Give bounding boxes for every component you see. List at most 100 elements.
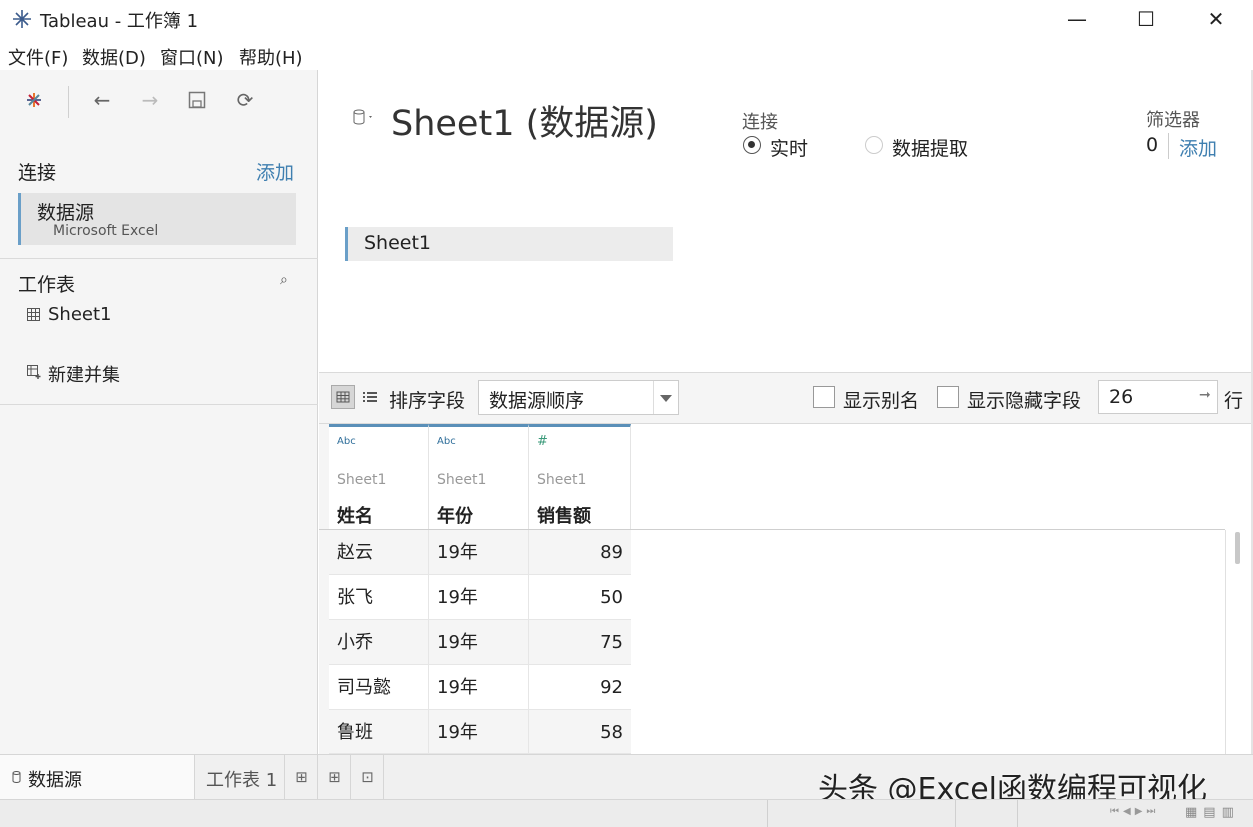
- forward-arrow-icon[interactable]: →: [137, 88, 163, 112]
- filters-divider: [1168, 133, 1169, 159]
- connection-type-label: 连接: [742, 112, 778, 133]
- connections-heading: 连接: [18, 162, 57, 184]
- cell-year[interactable]: 19年: [429, 530, 529, 575]
- worksheets-heading: 工作表: [18, 274, 76, 296]
- table-row: 张飞 19年 50: [329, 575, 631, 620]
- datasource-type: Microsoft Excel: [53, 223, 159, 239]
- menu-data[interactable]: 数据(D): [82, 44, 146, 70]
- sort-field-label: 排序字段: [389, 390, 466, 412]
- datasource-name: 数据源: [37, 202, 95, 224]
- tab-worksheet-1[interactable]: 工作表 1: [196, 755, 285, 799]
- cell-sales[interactable]: 75: [529, 620, 631, 665]
- show-hidden-label: 显示隐藏字段: [967, 390, 1082, 412]
- vertical-scrollbar[interactable]: [1225, 530, 1251, 754]
- cell-sales[interactable]: 58: [529, 710, 631, 755]
- tab-datasource[interactable]: 数据源: [0, 755, 195, 799]
- cell-sales[interactable]: 89: [529, 530, 631, 575]
- grid-view-icon[interactable]: [331, 385, 355, 409]
- menu-help[interactable]: 帮助(H): [239, 44, 303, 70]
- number-type-icon[interactable]: #: [537, 434, 548, 449]
- arrow-right-icon[interactable]: ➞: [1199, 387, 1211, 403]
- refresh-icon[interactable]: ⟳: [232, 88, 258, 112]
- live-label: 实时: [770, 138, 809, 160]
- sheet-table-icon: [27, 308, 40, 321]
- search-icon[interactable]: ⌕: [280, 272, 288, 288]
- string-type-icon[interactable]: Abc: [437, 436, 456, 447]
- menu-file[interactable]: 文件(F): [8, 44, 68, 70]
- row-header-gutter: [319, 530, 329, 754]
- column-source: Sheet1: [537, 472, 587, 488]
- column-name: 年份: [437, 506, 473, 527]
- add-filter-link[interactable]: 添加: [1179, 134, 1217, 161]
- cell-year[interactable]: 19年: [429, 575, 529, 620]
- column-source: Sheet1: [337, 472, 387, 488]
- datasource-icon: [12, 771, 21, 783]
- show-alias-label: 显示别名: [843, 390, 920, 412]
- sheet-list-item[interactable]: Sheet1: [48, 304, 112, 325]
- filters-label: 筛选器: [1146, 110, 1200, 131]
- list-view-icon[interactable]: [363, 391, 377, 403]
- column-source: Sheet1: [437, 472, 487, 488]
- show-alias-checkbox[interactable]: [813, 386, 835, 408]
- rows-input[interactable]: 26 ➞: [1098, 380, 1218, 414]
- maximize-button[interactable]: ☐: [1111, 0, 1181, 38]
- menu-window[interactable]: 窗口(N): [160, 44, 224, 70]
- tableau-home-icon[interactable]: [24, 90, 44, 110]
- cell-sales[interactable]: 50: [529, 575, 631, 620]
- window-title: Tableau - 工作簿 1: [40, 11, 199, 32]
- cell-name[interactable]: 小乔: [329, 620, 429, 665]
- cell-year[interactable]: 19年: [429, 710, 529, 755]
- new-worksheet-icon[interactable]: ⊞: [286, 755, 318, 799]
- cell-name[interactable]: 鲁班: [329, 710, 429, 755]
- close-button[interactable]: ✕: [1181, 0, 1251, 38]
- extract-radio[interactable]: [865, 136, 883, 154]
- tableau-logo-icon: [13, 10, 31, 28]
- table-canvas-label: Sheet1: [364, 232, 432, 254]
- table-row: 小乔 19年 75: [329, 620, 631, 665]
- view-mode-icons[interactable]: ▦▤▥: [1185, 805, 1240, 820]
- cell-sales[interactable]: 92: [529, 665, 631, 710]
- back-arrow-icon[interactable]: ←: [89, 88, 115, 112]
- status-divider: [767, 800, 768, 827]
- new-union-item[interactable]: 新建并集: [48, 361, 120, 387]
- chevron-down-icon: [660, 395, 672, 402]
- table-canvas-item[interactable]: Sheet1: [345, 227, 673, 261]
- cell-name[interactable]: 司马懿: [329, 665, 429, 710]
- string-type-icon[interactable]: Abc: [337, 436, 356, 447]
- cell-name[interactable]: 张飞: [329, 575, 429, 620]
- datasource-connection-item[interactable]: 数据源 Microsoft Excel: [18, 193, 296, 245]
- live-radio[interactable]: [743, 136, 761, 154]
- status-bar: [0, 799, 1253, 827]
- filters-count: 0: [1146, 134, 1159, 156]
- scrollbar-thumb[interactable]: [1235, 532, 1240, 564]
- divider: [0, 258, 318, 259]
- rows-value: 26: [1109, 386, 1134, 408]
- add-connection-link[interactable]: 添加: [256, 158, 294, 185]
- status-divider: [1017, 800, 1018, 827]
- table-row: 鲁班 19年 58: [329, 710, 631, 755]
- minimize-button[interactable]: —: [1042, 0, 1112, 38]
- new-story-icon[interactable]: ⊡: [352, 755, 384, 799]
- show-hidden-checkbox[interactable]: [937, 386, 959, 408]
- rows-label: 行: [1224, 390, 1244, 412]
- divider: [0, 404, 318, 405]
- table-row: 司马懿 19年 92: [329, 665, 631, 710]
- column-header-year[interactable]: Abc Sheet1 年份: [429, 424, 529, 530]
- status-divider: [955, 800, 956, 827]
- cell-year[interactable]: 19年: [429, 665, 529, 710]
- column-name: 销售额: [537, 506, 591, 527]
- cell-year[interactable]: 19年: [429, 620, 529, 665]
- sort-field-select[interactable]: 数据源顺序: [478, 380, 679, 415]
- column-name: 姓名: [337, 506, 373, 527]
- page-title[interactable]: Sheet1 (数据源): [391, 95, 658, 146]
- datasource-dropdown-icon[interactable]: [352, 108, 376, 126]
- sheet-navigation-arrows[interactable]: ⏮◀▶⏭: [1110, 806, 1159, 817]
- save-icon[interactable]: [188, 91, 206, 109]
- new-dashboard-icon[interactable]: ⊞: [319, 755, 351, 799]
- table-row: 赵云 19年 89: [329, 530, 631, 575]
- cell-name[interactable]: 赵云: [329, 530, 429, 575]
- column-header-sales[interactable]: # Sheet1 销售额: [529, 424, 631, 530]
- extract-label: 数据提取: [892, 138, 969, 160]
- tab-datasource-label: 数据源: [28, 770, 82, 791]
- column-header-name[interactable]: Abc Sheet1 姓名: [329, 424, 429, 530]
